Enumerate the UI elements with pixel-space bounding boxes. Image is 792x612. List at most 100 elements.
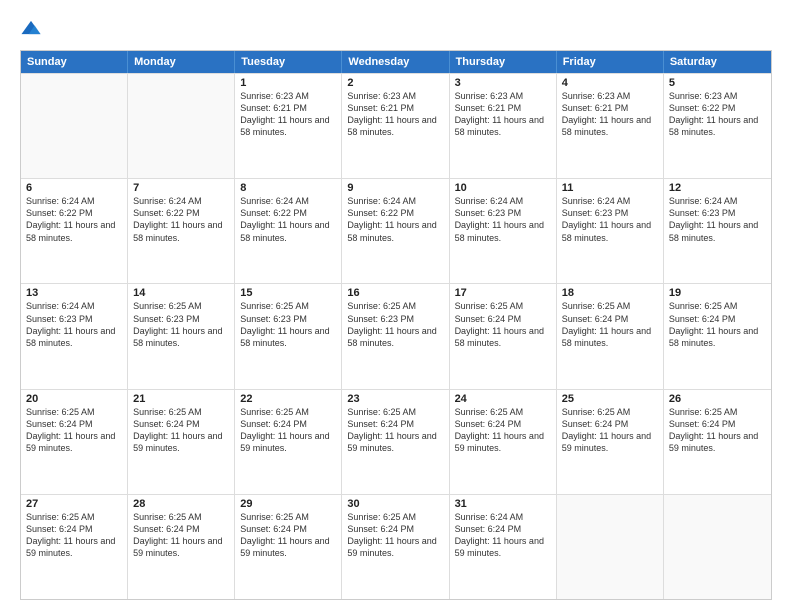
cal-cell: 29Sunrise: 6:25 AM Sunset: 6:24 PM Dayli… [235, 495, 342, 599]
cal-cell: 28Sunrise: 6:25 AM Sunset: 6:24 PM Dayli… [128, 495, 235, 599]
day-info: Sunrise: 6:25 AM Sunset: 6:24 PM Dayligh… [562, 300, 658, 349]
cal-cell: 6Sunrise: 6:24 AM Sunset: 6:22 PM Daylig… [21, 179, 128, 283]
cal-cell: 15Sunrise: 6:25 AM Sunset: 6:23 PM Dayli… [235, 284, 342, 388]
day-info: Sunrise: 6:25 AM Sunset: 6:24 PM Dayligh… [347, 511, 443, 560]
header-day-tuesday: Tuesday [235, 51, 342, 73]
cal-cell [557, 495, 664, 599]
day-number: 12 [669, 182, 766, 194]
page: SundayMondayTuesdayWednesdayThursdayFrid… [0, 0, 792, 612]
day-number: 8 [240, 182, 336, 194]
week-row-4: 20Sunrise: 6:25 AM Sunset: 6:24 PM Dayli… [21, 389, 771, 494]
day-number: 29 [240, 498, 336, 510]
day-info: Sunrise: 6:23 AM Sunset: 6:21 PM Dayligh… [240, 90, 336, 139]
cal-cell: 14Sunrise: 6:25 AM Sunset: 6:23 PM Dayli… [128, 284, 235, 388]
header-day-friday: Friday [557, 51, 664, 73]
day-info: Sunrise: 6:24 AM Sunset: 6:22 PM Dayligh… [26, 195, 122, 244]
day-info: Sunrise: 6:24 AM Sunset: 6:23 PM Dayligh… [455, 195, 551, 244]
day-info: Sunrise: 6:25 AM Sunset: 6:24 PM Dayligh… [347, 406, 443, 455]
day-info: Sunrise: 6:24 AM Sunset: 6:24 PM Dayligh… [455, 511, 551, 560]
cal-cell [128, 74, 235, 178]
week-row-3: 13Sunrise: 6:24 AM Sunset: 6:23 PM Dayli… [21, 283, 771, 388]
cal-cell: 8Sunrise: 6:24 AM Sunset: 6:22 PM Daylig… [235, 179, 342, 283]
day-info: Sunrise: 6:25 AM Sunset: 6:24 PM Dayligh… [562, 406, 658, 455]
day-info: Sunrise: 6:23 AM Sunset: 6:22 PM Dayligh… [669, 90, 766, 139]
header [20, 18, 772, 40]
cal-cell: 31Sunrise: 6:24 AM Sunset: 6:24 PM Dayli… [450, 495, 557, 599]
cal-cell: 1Sunrise: 6:23 AM Sunset: 6:21 PM Daylig… [235, 74, 342, 178]
day-info: Sunrise: 6:25 AM Sunset: 6:24 PM Dayligh… [669, 300, 766, 349]
cal-cell: 20Sunrise: 6:25 AM Sunset: 6:24 PM Dayli… [21, 390, 128, 494]
day-number: 2 [347, 77, 443, 89]
day-number: 19 [669, 287, 766, 299]
cal-cell: 7Sunrise: 6:24 AM Sunset: 6:22 PM Daylig… [128, 179, 235, 283]
day-number: 30 [347, 498, 443, 510]
day-number: 10 [455, 182, 551, 194]
cal-cell: 30Sunrise: 6:25 AM Sunset: 6:24 PM Dayli… [342, 495, 449, 599]
day-number: 3 [455, 77, 551, 89]
day-number: 22 [240, 393, 336, 405]
day-info: Sunrise: 6:24 AM Sunset: 6:22 PM Dayligh… [347, 195, 443, 244]
day-number: 13 [26, 287, 122, 299]
header-day-sunday: Sunday [21, 51, 128, 73]
day-info: Sunrise: 6:25 AM Sunset: 6:24 PM Dayligh… [669, 406, 766, 455]
day-number: 4 [562, 77, 658, 89]
day-info: Sunrise: 6:25 AM Sunset: 6:24 PM Dayligh… [455, 406, 551, 455]
logo-icon [20, 18, 42, 40]
cal-cell: 18Sunrise: 6:25 AM Sunset: 6:24 PM Dayli… [557, 284, 664, 388]
day-number: 16 [347, 287, 443, 299]
cal-cell: 23Sunrise: 6:25 AM Sunset: 6:24 PM Dayli… [342, 390, 449, 494]
day-number: 1 [240, 77, 336, 89]
day-info: Sunrise: 6:25 AM Sunset: 6:23 PM Dayligh… [133, 300, 229, 349]
header-day-wednesday: Wednesday [342, 51, 449, 73]
day-info: Sunrise: 6:25 AM Sunset: 6:24 PM Dayligh… [133, 511, 229, 560]
week-row-1: 1Sunrise: 6:23 AM Sunset: 6:21 PM Daylig… [21, 73, 771, 178]
cal-cell: 24Sunrise: 6:25 AM Sunset: 6:24 PM Dayli… [450, 390, 557, 494]
cal-cell: 13Sunrise: 6:24 AM Sunset: 6:23 PM Dayli… [21, 284, 128, 388]
week-row-2: 6Sunrise: 6:24 AM Sunset: 6:22 PM Daylig… [21, 178, 771, 283]
cal-cell: 10Sunrise: 6:24 AM Sunset: 6:23 PM Dayli… [450, 179, 557, 283]
day-number: 20 [26, 393, 122, 405]
calendar: SundayMondayTuesdayWednesdayThursdayFrid… [20, 50, 772, 600]
day-info: Sunrise: 6:24 AM Sunset: 6:22 PM Dayligh… [240, 195, 336, 244]
day-info: Sunrise: 6:25 AM Sunset: 6:24 PM Dayligh… [240, 406, 336, 455]
cal-cell: 11Sunrise: 6:24 AM Sunset: 6:23 PM Dayli… [557, 179, 664, 283]
day-number: 5 [669, 77, 766, 89]
day-info: Sunrise: 6:25 AM Sunset: 6:23 PM Dayligh… [347, 300, 443, 349]
day-number: 18 [562, 287, 658, 299]
day-number: 28 [133, 498, 229, 510]
cal-cell: 25Sunrise: 6:25 AM Sunset: 6:24 PM Dayli… [557, 390, 664, 494]
day-number: 31 [455, 498, 551, 510]
logo [20, 18, 46, 40]
day-info: Sunrise: 6:23 AM Sunset: 6:21 PM Dayligh… [455, 90, 551, 139]
day-number: 27 [26, 498, 122, 510]
cal-cell: 22Sunrise: 6:25 AM Sunset: 6:24 PM Dayli… [235, 390, 342, 494]
calendar-body: 1Sunrise: 6:23 AM Sunset: 6:21 PM Daylig… [21, 73, 771, 599]
cal-cell: 26Sunrise: 6:25 AM Sunset: 6:24 PM Dayli… [664, 390, 771, 494]
cal-cell: 17Sunrise: 6:25 AM Sunset: 6:24 PM Dayli… [450, 284, 557, 388]
day-number: 23 [347, 393, 443, 405]
cal-cell: 4Sunrise: 6:23 AM Sunset: 6:21 PM Daylig… [557, 74, 664, 178]
day-number: 9 [347, 182, 443, 194]
cal-cell: 16Sunrise: 6:25 AM Sunset: 6:23 PM Dayli… [342, 284, 449, 388]
cal-cell: 9Sunrise: 6:24 AM Sunset: 6:22 PM Daylig… [342, 179, 449, 283]
day-number: 6 [26, 182, 122, 194]
day-number: 11 [562, 182, 658, 194]
day-number: 17 [455, 287, 551, 299]
cal-cell [664, 495, 771, 599]
day-info: Sunrise: 6:25 AM Sunset: 6:24 PM Dayligh… [240, 511, 336, 560]
day-info: Sunrise: 6:25 AM Sunset: 6:24 PM Dayligh… [455, 300, 551, 349]
day-info: Sunrise: 6:24 AM Sunset: 6:22 PM Dayligh… [133, 195, 229, 244]
cal-cell: 2Sunrise: 6:23 AM Sunset: 6:21 PM Daylig… [342, 74, 449, 178]
cal-cell: 27Sunrise: 6:25 AM Sunset: 6:24 PM Dayli… [21, 495, 128, 599]
header-day-saturday: Saturday [664, 51, 771, 73]
day-number: 21 [133, 393, 229, 405]
week-row-5: 27Sunrise: 6:25 AM Sunset: 6:24 PM Dayli… [21, 494, 771, 599]
day-info: Sunrise: 6:23 AM Sunset: 6:21 PM Dayligh… [562, 90, 658, 139]
day-info: Sunrise: 6:25 AM Sunset: 6:24 PM Dayligh… [26, 406, 122, 455]
cal-cell: 3Sunrise: 6:23 AM Sunset: 6:21 PM Daylig… [450, 74, 557, 178]
day-number: 25 [562, 393, 658, 405]
day-info: Sunrise: 6:25 AM Sunset: 6:24 PM Dayligh… [26, 511, 122, 560]
day-info: Sunrise: 6:23 AM Sunset: 6:21 PM Dayligh… [347, 90, 443, 139]
cal-cell [21, 74, 128, 178]
day-info: Sunrise: 6:24 AM Sunset: 6:23 PM Dayligh… [26, 300, 122, 349]
